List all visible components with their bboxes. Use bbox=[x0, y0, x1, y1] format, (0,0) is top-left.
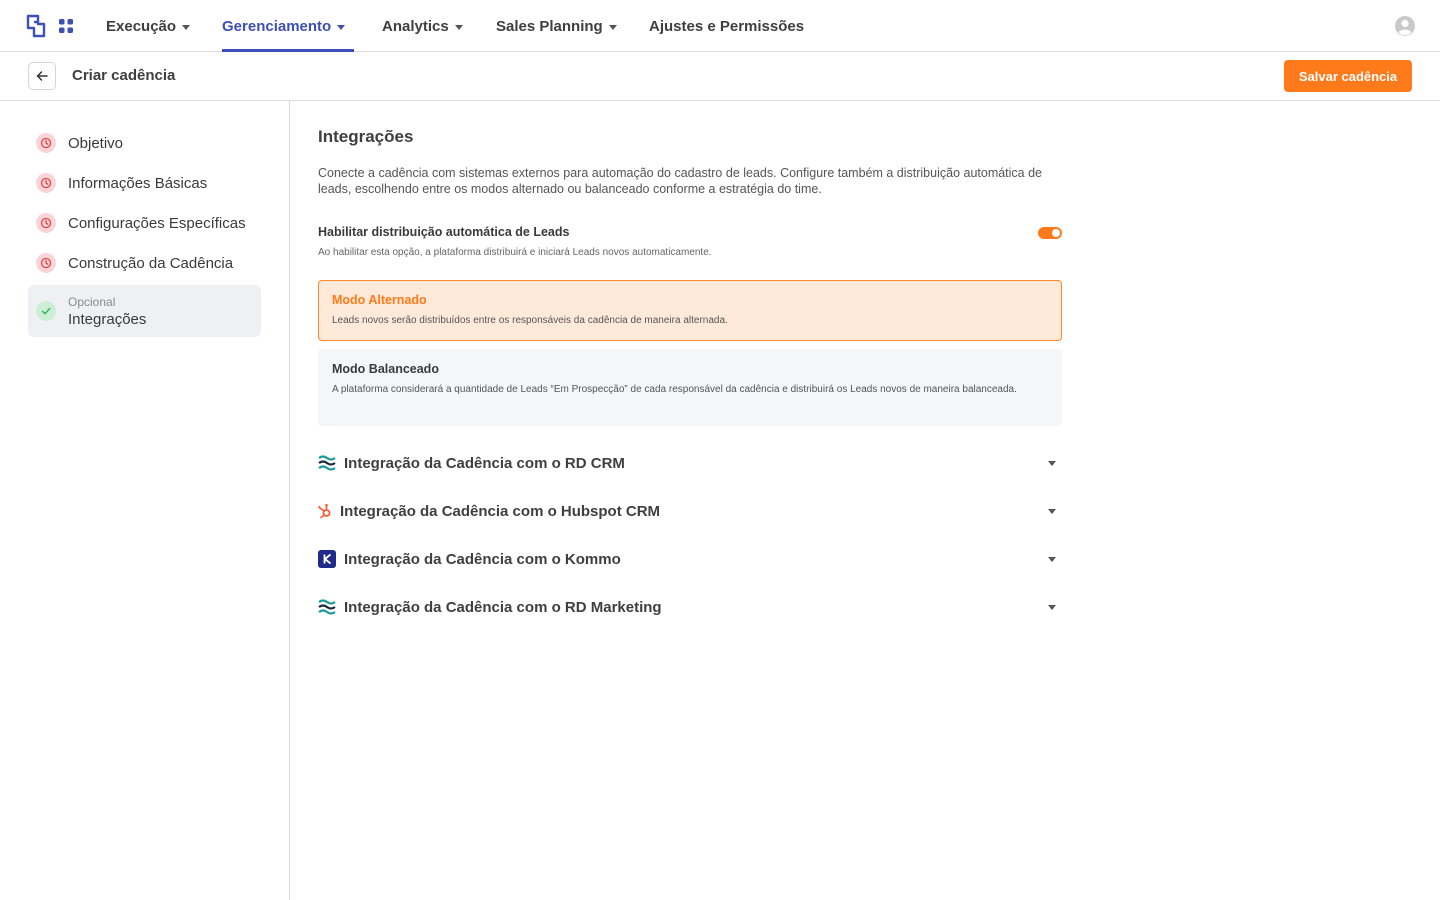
step-informacoes-basicas[interactable]: Informações Básicas bbox=[28, 163, 261, 203]
chevron-down-icon bbox=[1048, 605, 1056, 610]
step-caption: Opcional bbox=[68, 294, 116, 309]
accordion-label: Integração da Cadência com o Kommo bbox=[344, 550, 621, 568]
accordion-rd-crm[interactable]: Integração da Cadência com o RD CRM bbox=[318, 449, 1062, 477]
nav-item-label: Ajustes e Permissões bbox=[649, 17, 805, 35]
page-title: Criar cadência bbox=[72, 67, 176, 84]
toggle-knob bbox=[1052, 229, 1060, 237]
rd-station-icon bbox=[318, 598, 336, 616]
logo-icon[interactable] bbox=[26, 14, 46, 38]
chevron-down-icon bbox=[1048, 557, 1056, 562]
chevron-down-icon bbox=[337, 24, 346, 30]
auto-distribution-description: Ao habilitar esta opção, a plataforma di… bbox=[318, 247, 712, 258]
accordion-label: Integração da Cadência com o RD Marketin… bbox=[344, 598, 662, 616]
back-button[interactable] bbox=[28, 62, 56, 90]
user-avatar-icon[interactable] bbox=[1394, 15, 1416, 37]
stepper-sidebar: Objetivo Informações Básicas Configuraçõ… bbox=[0, 101, 290, 900]
page-header: Criar cadência Salvar cadência bbox=[0, 52, 1440, 101]
clock-icon bbox=[36, 173, 56, 193]
chevron-down-icon bbox=[1048, 461, 1056, 466]
step-label: Configurações Específicas bbox=[68, 214, 246, 232]
clock-icon bbox=[36, 213, 56, 233]
chevron-down-icon bbox=[1048, 509, 1056, 514]
nav-item-gerenciamento[interactable]: Gerenciamento bbox=[222, 0, 354, 52]
step-construcao-cadencia[interactable]: Construção da Cadência bbox=[28, 243, 261, 283]
hubspot-icon bbox=[318, 502, 332, 520]
accordion-label: Integração da Cadência com o RD CRM bbox=[344, 454, 625, 472]
step-text: Opcional Integrações bbox=[68, 295, 146, 328]
auto-distribution-title: Habilitar distribuição automática de Lea… bbox=[318, 225, 570, 239]
step-label: Integrações bbox=[68, 310, 147, 328]
rd-station-icon bbox=[318, 454, 336, 472]
chevron-down-icon bbox=[608, 24, 617, 30]
check-icon bbox=[36, 301, 56, 321]
mode-title: Modo Alternado bbox=[332, 293, 427, 307]
step-label: Informações Básicas bbox=[68, 174, 208, 192]
arrow-left-icon bbox=[36, 71, 48, 81]
accordion-label: Integração da Cadência com o Hubspot CRM bbox=[340, 502, 661, 520]
step-label: Objetivo bbox=[68, 134, 124, 152]
save-cadence-button[interactable]: Salvar cadência bbox=[1284, 60, 1412, 92]
nav-item-ajustes-permissoes[interactable]: Ajustes e Permissões bbox=[649, 0, 804, 52]
nav-item-label: Sales Planning bbox=[496, 17, 603, 35]
nav-item-label: Execução bbox=[106, 17, 177, 35]
chevron-down-icon bbox=[454, 24, 463, 30]
section-title: Integrações bbox=[318, 127, 414, 146]
step-integracoes[interactable]: Opcional Integrações bbox=[28, 285, 261, 337]
accordion-kommo[interactable]: Integração da Cadência com o Kommo bbox=[318, 545, 1062, 573]
accordion-hubspot-crm[interactable]: Integração da Cadência com o Hubspot CRM bbox=[318, 497, 1062, 525]
clock-icon bbox=[36, 133, 56, 153]
mode-title: Modo Balanceado bbox=[332, 362, 439, 376]
apps-grid-icon[interactable] bbox=[58, 18, 74, 34]
accordion-rd-marketing[interactable]: Integração da Cadência com o RD Marketin… bbox=[318, 593, 1062, 621]
step-objetivo[interactable]: Objetivo bbox=[28, 123, 261, 163]
chevron-down-icon bbox=[182, 24, 191, 30]
nav-item-execucao[interactable]: Execução bbox=[106, 0, 191, 52]
step-configuracoes-especificas[interactable]: Configurações Específicas bbox=[28, 203, 261, 243]
step-label: Construção da Cadência bbox=[68, 254, 234, 272]
mode-description: Leads novos serão distribuídos entre os … bbox=[332, 315, 728, 326]
nav-item-analytics[interactable]: Analytics bbox=[382, 0, 463, 52]
mode-description: A plataforma considerará a quantidade de… bbox=[332, 384, 1017, 395]
auto-distribution-toggle[interactable] bbox=[1038, 227, 1062, 239]
top-navigation: Execução Gerenciamento Analytics Sales P… bbox=[0, 0, 1440, 52]
nav-item-sales-planning[interactable]: Sales Planning bbox=[496, 0, 617, 52]
section-description: Conecte a cadência com sistemas externos… bbox=[318, 166, 1043, 196]
mode-alternado-option[interactable]: Modo Alternado Leads novos serão distrib… bbox=[318, 280, 1062, 341]
nav-item-label: Analytics bbox=[382, 17, 449, 35]
clock-icon bbox=[36, 253, 56, 273]
kommo-icon bbox=[318, 550, 336, 568]
mode-balanceado-option[interactable]: Modo Balanceado A plataforma considerará… bbox=[318, 349, 1062, 426]
nav-item-label: Gerenciamento bbox=[222, 17, 332, 35]
